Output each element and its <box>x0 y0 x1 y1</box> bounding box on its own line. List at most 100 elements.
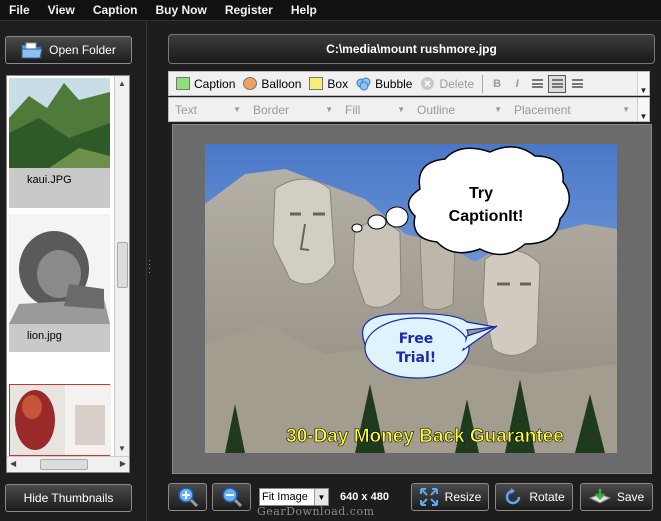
thumbnail-horizontal-scrollbar[interactable]: ◀ ▶ <box>7 456 129 472</box>
add-balloon-button[interactable]: Balloon <box>240 77 304 91</box>
menu-register[interactable]: Register <box>216 3 282 17</box>
fill-style-dropdown[interactable]: Fill ▼ <box>339 98 411 121</box>
thumbnail-vertical-scrollbar[interactable]: ▲ ▼ <box>114 76 129 456</box>
text-style-label: Text <box>175 102 198 117</box>
save-icon <box>588 489 611 504</box>
scroll-down-icon[interactable]: ▼ <box>118 444 126 453</box>
outline-style-label: Outline <box>417 102 456 117</box>
balloon-label: Balloon <box>261 76 302 91</box>
chevron-down-icon: ▼ <box>314 489 328 505</box>
open-folder-label: Open Folder <box>49 43 116 57</box>
thumbnail-item[interactable]: kaui.JPG <box>9 78 110 208</box>
thumbnail-caption: kaui.JPG <box>9 168 110 208</box>
align-right-button[interactable] <box>568 75 586 93</box>
mount-rushmore-image: Try CaptionIt! Free Trial! 30-Day Money … <box>205 144 617 453</box>
caption-toolbar: Caption Balloon Box Bubble Delete B I ▼ <box>168 71 650 96</box>
toolbar-separator <box>482 74 484 93</box>
caption-label: Caption <box>194 76 236 91</box>
italic-button[interactable]: I <box>508 75 526 93</box>
outline-style-dropdown[interactable]: Outline ▼ <box>411 98 508 121</box>
panel-splitter-handle[interactable]: · · · · <box>148 256 151 278</box>
toolbar-scroll[interactable]: ▼ <box>637 72 649 95</box>
delete-label: Delete <box>439 76 475 91</box>
delete-icon <box>421 77 435 90</box>
bottom-caption-text: 30-Day Money Back Guarantee <box>286 426 564 447</box>
menu-help[interactable]: Help <box>282 3 326 17</box>
style-toolbar: Text ▼ Border ▼ Fill ▼ Outline ▼ Placement ▼ … <box>168 97 650 122</box>
border-style-dropdown[interactable]: Border ▼ <box>247 98 339 121</box>
rotate-button[interactable]: Rotate <box>495 483 573 511</box>
thumbnail-item[interactable]: lion.jpg <box>9 214 110 352</box>
zoom-in-button[interactable] <box>168 483 207 511</box>
menu-file[interactable]: File <box>0 3 39 17</box>
zoom-out-button[interactable] <box>212 483 251 511</box>
file-path-bar: C:\media\mount rushmore.jpg <box>168 34 655 64</box>
chevron-down-icon: ▼ <box>494 105 502 114</box>
scroll-up-icon[interactable]: ▲ <box>118 79 126 88</box>
align-center-button[interactable] <box>548 74 567 93</box>
speech-balloon-line-1: Free <box>399 331 434 347</box>
bubble-label: Bubble <box>375 76 413 91</box>
save-button[interactable]: Save <box>580 483 653 511</box>
thumbnail-image <box>9 214 110 324</box>
align-left-icon <box>531 79 543 88</box>
menu-bar: File View Caption Buy Now Register Help <box>0 0 661 21</box>
box-icon <box>309 77 324 90</box>
scrollbar-thumb[interactable] <box>40 459 88 470</box>
chevron-down-icon: ▼ <box>397 105 405 114</box>
rotate-icon <box>506 488 521 505</box>
resize-icon <box>419 488 438 506</box>
thumbnail-image <box>9 78 110 168</box>
chevron-down-icon: ▼ <box>325 105 333 114</box>
fill-style-label: Fill <box>345 102 361 117</box>
thumbnail-list: kaui.JPG lion.jpg ▲ ▼ ◀ ▶ <box>6 75 130 473</box>
thumbnail-caption: lion.jpg <box>9 324 110 352</box>
add-bubble-button[interactable]: Bubble <box>353 77 415 91</box>
speech-balloon-line-2: Trial! <box>396 350 436 366</box>
resize-label: Resize <box>444 490 482 504</box>
scroll-left-icon[interactable]: ◀ <box>10 459 16 468</box>
add-caption-button[interactable]: Caption <box>173 77 238 91</box>
open-folder-button[interactable]: Open Folder <box>5 36 132 64</box>
balloon-icon <box>243 77 258 90</box>
menu-caption[interactable]: Caption <box>84 3 147 17</box>
thought-bubble-line-2: CaptionIt! <box>449 208 524 225</box>
text-style-dropdown[interactable]: Text ▼ <box>169 98 247 121</box>
edited-photo[interactable]: Try CaptionIt! Free Trial! 30-Day Money … <box>205 144 617 453</box>
menu-view[interactable]: View <box>39 3 84 17</box>
zoom-mode-value: Fit Image <box>262 491 308 503</box>
chevron-down-icon: ▼ <box>233 105 241 114</box>
resize-button[interactable]: Resize <box>411 483 489 511</box>
border-style-label: Border <box>253 102 290 117</box>
thumbnail-item[interactable] <box>9 384 111 456</box>
watermark-text: GearDownload.com <box>257 505 375 518</box>
align-left-button[interactable] <box>528 75 546 93</box>
chevron-down-icon: ▼ <box>639 112 648 121</box>
bubble-icon <box>356 77 371 90</box>
scroll-right-icon[interactable]: ▶ <box>120 459 126 468</box>
add-box-button[interactable]: Box <box>306 77 351 91</box>
placement-label: Placement <box>514 102 571 117</box>
zoom-out-icon <box>221 487 242 508</box>
box-label: Box <box>327 76 349 91</box>
toolbar-scroll[interactable]: ▼ <box>637 98 649 121</box>
scrollbar-thumb[interactable] <box>117 242 128 288</box>
thumbnail-panel: Open Folder kaui.JPG lion.jpg ▲ ▼ ◀ ▶ Hi… <box>0 22 147 521</box>
zoom-mode-select[interactable]: Fit Image ▼ <box>259 488 329 506</box>
delete-button[interactable]: Delete <box>417 76 477 91</box>
caption-icon <box>176 77 190 90</box>
save-label: Save <box>616 490 645 504</box>
chevron-down-icon: ▼ <box>622 105 630 114</box>
align-right-icon <box>571 79 583 88</box>
align-center-icon <box>551 79 563 88</box>
folder-icon <box>21 42 43 59</box>
image-dimensions: 640 x 480 <box>340 491 389 503</box>
zoom-in-icon <box>177 487 198 508</box>
rotate-label: Rotate <box>529 490 565 504</box>
bold-button[interactable]: B <box>488 75 506 93</box>
placement-dropdown[interactable]: Placement ▼ <box>508 98 636 121</box>
thumbnail-image <box>10 385 111 455</box>
hide-thumbnails-button[interactable]: Hide Thumbnails <box>5 484 132 512</box>
chevron-down-icon: ▼ <box>639 86 648 95</box>
menu-buy-now[interactable]: Buy Now <box>146 3 215 17</box>
